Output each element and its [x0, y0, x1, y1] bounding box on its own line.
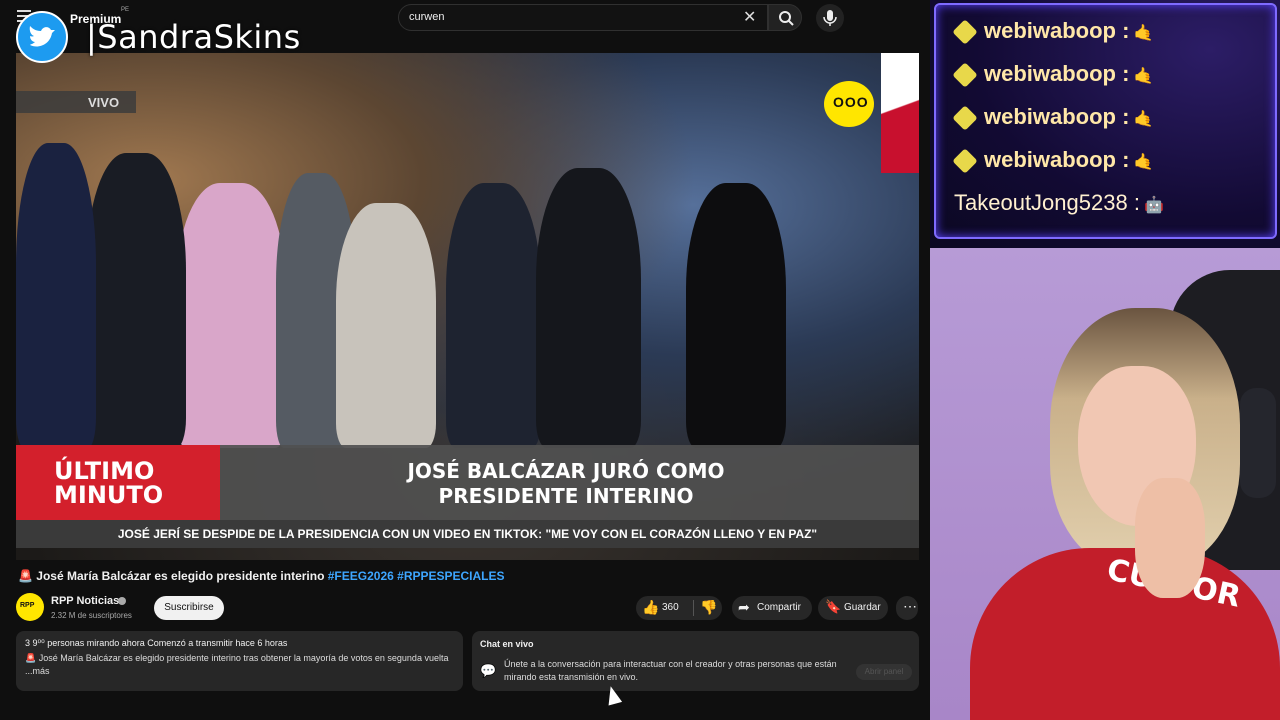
verified-icon	[118, 597, 126, 605]
gem-badge-icon	[952, 105, 978, 131]
divider	[693, 600, 694, 616]
search-value: curwen	[409, 11, 445, 23]
microphone-icon	[823, 10, 837, 26]
dislike-icon[interactable]: 👎	[700, 599, 717, 616]
breaking-label: ÚLTIMO MINUTO	[54, 457, 164, 509]
headline-line-1: JOSÉ BALCÁZAR JURÓ COMO	[407, 459, 725, 483]
video-person	[446, 183, 541, 448]
siren-icon: 🚨	[18, 569, 33, 583]
chat-user: webiwaboop :	[984, 104, 1130, 129]
chat-user: webiwaboop :	[984, 61, 1130, 86]
live-chat-title: Chat en vivo	[480, 639, 534, 649]
chat-message: webiwaboop : 🤙	[950, 61, 1154, 88]
emote-icon: 🤙	[1133, 111, 1154, 128]
save-icon: 🔖	[825, 599, 842, 614]
channel-logo: OOO	[824, 81, 874, 127]
like-icon[interactable]: 👍	[642, 599, 659, 616]
description-body: José María Balcázar es elegido president…	[25, 653, 449, 676]
share-label: Compartir	[757, 602, 801, 613]
more-actions-button[interactable]: ⋯	[896, 596, 918, 620]
channel-logo-text: OOO	[833, 94, 869, 110]
gem-badge-icon	[952, 19, 978, 45]
clear-search-icon[interactable]: ✕	[743, 7, 756, 27]
video-person	[336, 203, 436, 448]
screen: Premium PE curwen ✕ VIVO OOO ÚLTIMO MINU…	[0, 0, 1280, 720]
video-person	[536, 168, 641, 448]
chat-icon: 💬	[480, 663, 497, 678]
hashtag-link[interactable]: #FEEG2026	[328, 569, 394, 583]
breaking-news-badge: ÚLTIMO MINUTO	[16, 445, 220, 520]
live-chat-box: Chat en vivo 💬 Únete a la conversación p…	[472, 631, 919, 691]
video-person	[16, 143, 96, 448]
save-button[interactable]: 🔖 Guardar	[818, 596, 888, 620]
gem-badge-icon	[952, 148, 978, 174]
twitter-logo	[16, 11, 68, 63]
subscriber-count: 2.32 M de suscriptores	[51, 611, 132, 620]
headline-line-2: PRESIDENTE INTERINO	[438, 484, 694, 508]
search-icon	[779, 11, 794, 26]
peru-flag	[881, 53, 919, 173]
more-icon: ⋯	[903, 598, 917, 614]
chat-message: TakeoutJong5238 : 🤖	[954, 190, 1164, 216]
channel-name[interactable]: RPP Noticias	[51, 595, 119, 607]
like-dislike-group: 👍 360 👎	[636, 596, 722, 620]
twitter-handle-text: SandraSkins	[97, 18, 301, 56]
streamer-hand	[1135, 478, 1205, 598]
channel-avatar[interactable]: RPP	[16, 593, 44, 621]
webcam-feed: CUATOR	[930, 248, 1280, 720]
chat-message: webiwaboop : 🤙	[950, 18, 1154, 45]
news-headline: JOSÉ BALCÁZAR JURÓ COMO PRESIDENTE INTER…	[236, 459, 896, 509]
video-player[interactable]: VIVO OOO ÚLTIMO MINUTO JOSÉ BALCÁZAR JUR…	[16, 53, 919, 560]
viewers-info: 3 9⁰⁰ personas mirando ahora Comenzó a t…	[25, 638, 288, 648]
chat-message: webiwaboop : 🤙	[950, 147, 1154, 174]
live-badge: VIVO	[16, 91, 136, 113]
emote-icon: 🤙	[1133, 154, 1154, 171]
chat-user: TakeoutJong5238 :	[954, 190, 1140, 215]
youtube-page: Premium PE curwen ✕ VIVO OOO ÚLTIMO MINU…	[0, 0, 930, 720]
open-chat-button[interactable]: Abrir panel	[856, 664, 912, 680]
share-button[interactable]: ➦ Compartir	[732, 596, 812, 620]
chat-message: webiwaboop : 🤙	[950, 104, 1154, 131]
chat-user: webiwaboop :	[984, 18, 1130, 43]
premium-country: PE	[121, 7, 130, 13]
save-label: Guardar	[844, 602, 881, 613]
gem-badge-icon	[952, 62, 978, 88]
video-person	[176, 183, 286, 448]
channel-avatar-text: RPP	[20, 602, 35, 609]
search-input[interactable]: curwen ✕	[398, 4, 768, 31]
live-chat-description: Únete a la conversación para interactuar…	[504, 659, 837, 682]
video-person	[686, 183, 786, 448]
share-icon: ➦	[738, 599, 750, 615]
subscribe-button[interactable]: Suscribirse	[154, 596, 224, 620]
hashtag-link[interactable]: #RPPESPECIALES	[397, 569, 504, 583]
ticker-text: JOSÉ JERÍ SE DESPIDE DE LA PRESIDENCIA C…	[117, 527, 818, 541]
headset	[1240, 388, 1276, 498]
video-title: 🚨 José María Balcázar es elegido preside…	[18, 569, 505, 583]
chat-user: webiwaboop :	[984, 147, 1130, 172]
description-box[interactable]: 3 9⁰⁰ personas mirando ahora Comenzó a t…	[16, 631, 463, 691]
emote-icon: 🤖	[1143, 197, 1164, 214]
description-text: 🚨 José María Balcázar es elegido preside…	[25, 652, 455, 678]
twitter-bird-icon	[29, 26, 55, 47]
video-title-text: José María Balcázar es elegido president…	[36, 569, 328, 583]
news-ticker: JOSÉ JERÍ SE DESPIDE DE LA PRESIDENCIA C…	[16, 520, 919, 548]
live-label: VIVO	[88, 95, 120, 110]
stream-chat-overlay: webiwaboop : 🤙 webiwaboop : 🤙 webiwaboop :…	[930, 0, 1280, 248]
twitter-handle: |SandraSkins	[86, 18, 301, 56]
voice-search-button[interactable]	[816, 4, 844, 32]
emote-icon: 🤙	[1133, 25, 1154, 42]
like-count: 360	[662, 602, 679, 613]
search-button[interactable]	[768, 4, 802, 31]
siren-icon: 🚨	[25, 653, 39, 663]
emote-icon: 🤙	[1133, 68, 1154, 85]
video-person	[86, 153, 186, 448]
